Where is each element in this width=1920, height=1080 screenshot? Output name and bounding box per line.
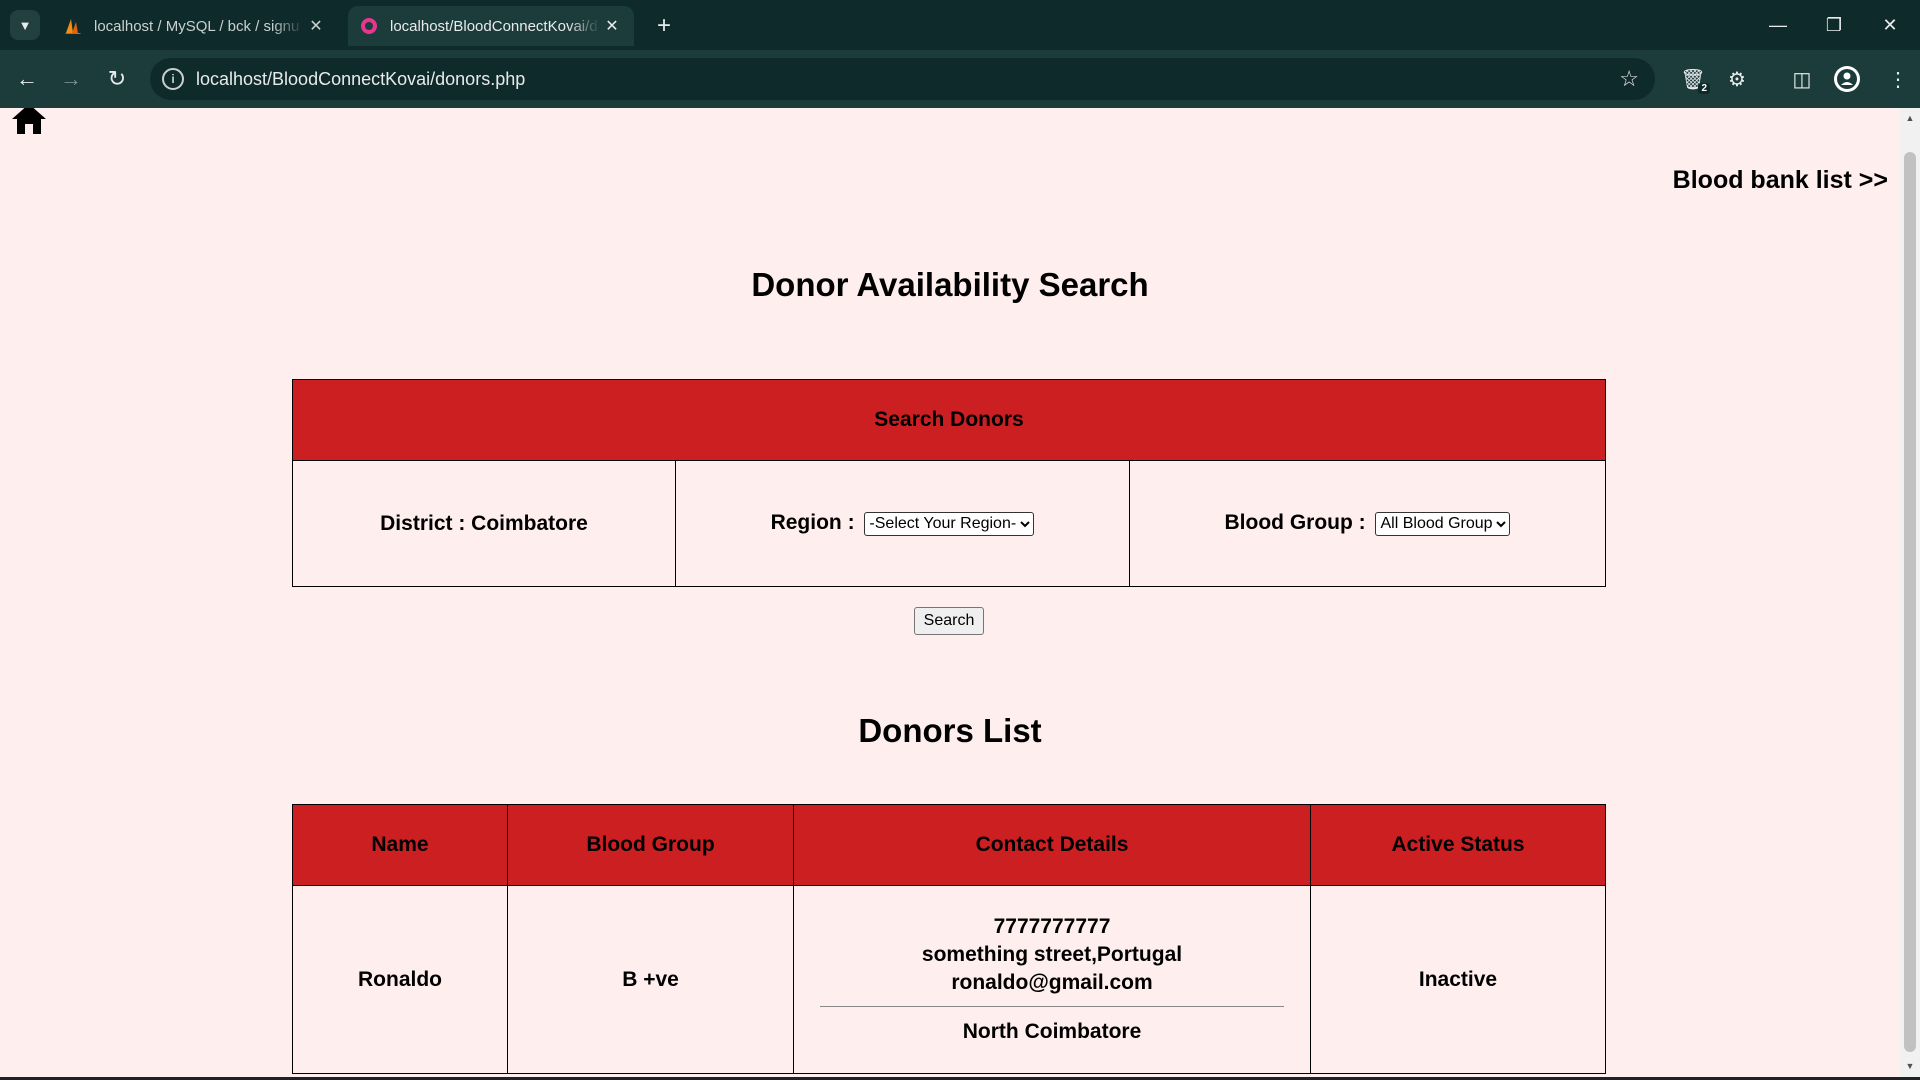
window-close-button[interactable]: ✕ bbox=[1862, 0, 1918, 50]
url-text[interactable]: localhost/BloodConnectKovai/donors.php bbox=[196, 69, 525, 90]
minimize-button[interactable]: — bbox=[1750, 0, 1806, 50]
column-header-status: Active Status bbox=[1310, 804, 1606, 886]
browser-toolbar: ← → ↻ i localhost/BloodConnectKovai/dono… bbox=[0, 50, 1920, 108]
close-icon[interactable]: ✕ bbox=[304, 14, 328, 38]
phpmyadmin-sail-icon bbox=[65, 19, 81, 34]
profile-avatar[interactable] bbox=[1834, 66, 1860, 92]
browser-tab-phpmyadmin[interactable]: localhost / MySQL / bck / signu ✕ bbox=[52, 6, 338, 46]
reload-button[interactable]: ↻ bbox=[101, 63, 133, 95]
home-icon[interactable] bbox=[10, 108, 48, 136]
search-donors-table: Search Donors District : Coimbatore Regi… bbox=[292, 379, 1606, 587]
donor-status: Inactive bbox=[1310, 885, 1606, 1074]
extensions-puzzle-icon[interactable]: ⚙ bbox=[1722, 64, 1752, 94]
page-scrollbar[interactable]: ▲ ▼ bbox=[1900, 108, 1920, 1077]
donors-table-header-row: Name Blood Group Contact Details Active … bbox=[292, 804, 1606, 886]
donor-name: Ronaldo bbox=[292, 885, 508, 1074]
search-donors-header: Search Donors bbox=[292, 379, 1606, 461]
column-header-name: Name bbox=[292, 804, 508, 886]
blood-bank-list-link[interactable]: Blood bank list >> bbox=[1673, 166, 1888, 195]
bookmark-star-icon[interactable]: ☆ bbox=[1619, 66, 1639, 92]
tab-search-button[interactable]: ▼ bbox=[10, 10, 40, 40]
donor-contact-details: 7777777777 something street,Portugal ron… bbox=[793, 885, 1311, 1074]
blood-group-select[interactable]: All Blood Group bbox=[1375, 511, 1511, 536]
scroll-up-arrow-icon[interactable]: ▲ bbox=[1904, 112, 1916, 124]
site-info-icon[interactable]: i bbox=[162, 68, 184, 90]
donor-blood-group: B +ve bbox=[507, 885, 794, 1074]
blood-group-label: Blood Group : bbox=[1224, 511, 1366, 535]
tab-title: localhost/BloodConnectKovai/d bbox=[390, 17, 598, 35]
extensions-badge: 2 bbox=[1698, 83, 1710, 94]
back-button[interactable]: ← bbox=[11, 63, 43, 95]
close-icon[interactable]: ✕ bbox=[600, 14, 624, 38]
district-cell: District : Coimbatore bbox=[292, 460, 676, 587]
forward-button[interactable]: → bbox=[55, 63, 87, 95]
site-favicon-icon bbox=[361, 18, 377, 34]
scroll-thumb[interactable] bbox=[1904, 152, 1916, 1052]
contact-divider bbox=[820, 1006, 1284, 1007]
menu-kebab-icon[interactable]: ⋮ bbox=[1883, 64, 1913, 94]
scroll-down-arrow-icon[interactable]: ▼ bbox=[1904, 1060, 1916, 1072]
page-title: Donor Availability Search bbox=[751, 266, 1149, 303]
address-bar[interactable]: i localhost/BloodConnectKovai/donors.php… bbox=[150, 58, 1655, 100]
page-viewport: Blood bank list >> Donor Availability Se… bbox=[0, 108, 1900, 1077]
downloads-icon[interactable]: 🗑 2 bbox=[1678, 64, 1710, 94]
region-label: Region : bbox=[770, 511, 855, 535]
donors-table: Name Blood Group Contact Details Active … bbox=[292, 804, 1606, 1074]
tab-title: localhost / MySQL / bck / signu bbox=[94, 17, 300, 35]
district-label: District : Coimbatore bbox=[380, 511, 588, 535]
restore-button[interactable]: ❐ bbox=[1806, 0, 1862, 50]
side-panel-icon[interactable]: ◫ bbox=[1787, 64, 1817, 94]
column-header-blood-group: Blood Group bbox=[507, 804, 794, 886]
donor-address: something street,Portugal bbox=[921, 943, 1183, 966]
region-cell: Region : -Select Your Region- bbox=[675, 460, 1130, 587]
column-header-contact: Contact Details bbox=[793, 804, 1311, 886]
search-button[interactable]: Search bbox=[914, 607, 984, 635]
donor-region: North Coimbatore bbox=[962, 1020, 1142, 1043]
browser-tab-donors[interactable]: localhost/BloodConnectKovai/d ✕ bbox=[348, 6, 634, 46]
browser-tab-strip: ▼ localhost / MySQL / bck / signu ✕ loca… bbox=[0, 0, 1920, 50]
donors-list-title: Donors List bbox=[858, 712, 1042, 749]
donor-phone: 7777777777 bbox=[993, 915, 1111, 938]
donor-email: ronaldo@gmail.com bbox=[951, 971, 1153, 994]
blood-group-cell: Blood Group : All Blood Group bbox=[1129, 460, 1606, 587]
region-select[interactable]: -Select Your Region- bbox=[864, 511, 1035, 536]
table-row: Ronaldo B +ve 7777777777 something stree… bbox=[292, 885, 1606, 1074]
profile-icon bbox=[1837, 69, 1857, 89]
new-tab-button[interactable]: + bbox=[650, 12, 678, 40]
